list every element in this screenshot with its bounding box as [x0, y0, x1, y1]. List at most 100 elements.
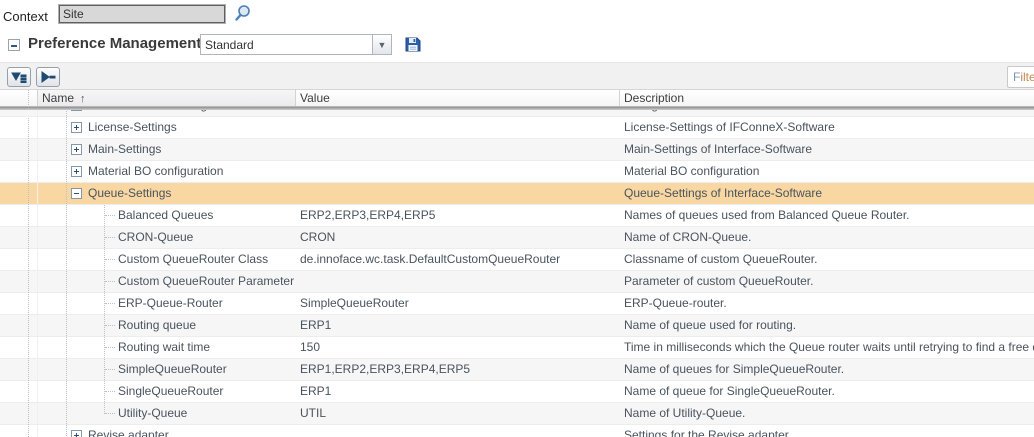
tree-connector: [105, 303, 115, 304]
collapse-icon[interactable]: [71, 110, 82, 111]
row-numberer-cell: [0, 161, 38, 182]
filter-input[interactable]: Filter: [1007, 66, 1034, 88]
column-header-description[interactable]: Description: [620, 90, 1034, 106]
row-name: Main-Settings: [88, 139, 161, 160]
row-description: Main-Settings of Interface-Software: [620, 139, 1034, 160]
context-input[interactable]: [59, 5, 225, 23]
column-header-value[interactable]: Value: [296, 90, 620, 106]
expand-icon[interactable]: [71, 144, 82, 155]
tree-connector: [105, 325, 115, 326]
tree-connector: [105, 347, 115, 348]
row-name: Routing queue: [118, 315, 196, 336]
save-icon[interactable]: [404, 35, 422, 53]
row-name: Custom QueueRouter Class: [118, 249, 268, 270]
column-header-name[interactable]: Name↑: [38, 90, 296, 106]
row-description: Konfiguration of KPI Mail Values.: [620, 110, 1034, 116]
table-row[interactable]: Material BO configuration Material BO co…: [0, 161, 1034, 183]
sort-asc-icon: ↑: [80, 93, 86, 105]
row-numberer-cell: [0, 315, 38, 336]
grid-header: Name↑ Value Description: [0, 90, 1034, 107]
row-numberer-cell: [0, 271, 38, 292]
expand-icon[interactable]: [71, 166, 82, 177]
collapse-all-button[interactable]: [7, 67, 31, 87]
row-name: Balanced Queues: [118, 205, 213, 226]
row-value: [296, 117, 620, 138]
collapse-section-icon[interactable]: [8, 39, 20, 51]
table-row[interactable]: ERP-Queue-Router SimpleQueueRouter ERP-Q…: [0, 293, 1034, 315]
row-name-cell: Custom QueueRouter Parameter: [38, 271, 296, 292]
context-bar: Context: [0, 0, 1034, 30]
table-row[interactable]: SimpleQueueRouter ERP1,ERP2,ERP3,ERP4,ER…: [0, 359, 1034, 381]
table-row[interactable]: Custom QueueRouter Parameter Parameter o…: [0, 271, 1034, 293]
preference-set-input[interactable]: [201, 35, 372, 54]
row-value: ERP1: [296, 315, 620, 336]
row-name-cell: Utility-Queue: [38, 403, 296, 424]
row-value: SimpleQueueRouter: [296, 293, 620, 314]
table-row[interactable]: Revise adapter Settings for the Revise a…: [0, 425, 1034, 437]
row-name: Revise adapter: [88, 425, 169, 437]
table-row[interactable]: Queue-Settings Queue-Settings of Interfa…: [0, 183, 1034, 205]
chevron-down-icon[interactable]: ▼: [372, 35, 391, 54]
table-row[interactable]: SingleQueueRouter ERP1 Name of queue for…: [0, 381, 1034, 403]
table-row[interactable]: Balanced Queues ERP2,ERP3,ERP4,ERP5 Name…: [0, 205, 1034, 227]
row-name-cell: Material BO configuration: [38, 161, 296, 182]
expand-icon[interactable]: [71, 122, 82, 133]
column-header-spacer[interactable]: [0, 90, 38, 106]
row-numberer-cell: [0, 117, 38, 138]
row-value: CRON: [296, 227, 620, 248]
tree-connector: [105, 259, 115, 260]
expand-icon[interactable]: [71, 430, 82, 437]
row-name-cell: ERP-Queue-Router: [38, 293, 296, 314]
row-value: 150: [296, 337, 620, 358]
row-name: Queue-Settings: [88, 183, 171, 204]
tree-connector: [105, 391, 115, 392]
table-row[interactable]: CRON-Queue CRON Name of CRON-Queue.: [0, 227, 1034, 249]
table-row[interactable]: Routing queue ERP1 Name of queue used fo…: [0, 315, 1034, 337]
row-value: [296, 271, 620, 292]
table-row[interactable]: Routing wait time 150 Time in millisecon…: [0, 337, 1034, 359]
row-value: ERP1: [296, 381, 620, 402]
row-numberer-cell: [0, 183, 38, 204]
table-row[interactable]: Utility-Queue UTIL Name of Utility-Queue…: [0, 403, 1034, 425]
row-name-cell: License-Settings: [38, 117, 296, 138]
tree-connector: [105, 369, 115, 370]
row-name: Utility-Queue: [118, 403, 187, 424]
row-name-cell: CRON-Queue: [38, 227, 296, 248]
table-row[interactable]: Custom QueueRouter Class de.innoface.wc.…: [0, 249, 1034, 271]
collapse-icon[interactable]: [71, 188, 82, 199]
grid-toolbar: Filter: [0, 62, 1034, 90]
row-name: SimpleQueueRouter: [118, 359, 227, 380]
search-icon[interactable]: [233, 3, 253, 23]
row-value: ERP1,ERP2,ERP3,ERP4,ERP5: [296, 359, 620, 380]
partial-top-row-clip: KPI Mail Values configuration Konfigurat…: [0, 110, 1034, 117]
row-description: Name of queue used for routing.: [620, 315, 1034, 336]
preference-set-combo[interactable]: ▼: [200, 34, 392, 55]
context-label: Context: [3, 9, 48, 24]
row-description: Names of queues used from Balanced Queue…: [620, 205, 1034, 226]
row-value: [296, 161, 620, 182]
table-row[interactable]: Main-Settings Main-Settings of Interface…: [0, 139, 1034, 161]
collapse-level-button[interactable]: [36, 67, 60, 87]
table-row[interactable]: License-Settings License-Settings of IFC…: [0, 117, 1034, 139]
row-numberer-cell: [0, 227, 38, 248]
row-name: CRON-Queue: [118, 227, 193, 248]
row-description: Material BO configuration: [620, 161, 1034, 182]
table-row[interactable]: KPI Mail Values configuration Konfigurat…: [0, 110, 1034, 117]
row-name-cell: Routing queue: [38, 315, 296, 336]
row-name-cell: SimpleQueueRouter: [38, 359, 296, 380]
row-name: KPI Mail Values configuration: [88, 110, 244, 116]
preference-header: Preference Management ▼: [0, 32, 1034, 62]
row-numberer-cell: [0, 205, 38, 226]
row-numberer-cell: [0, 249, 38, 270]
row-description: Name of CRON-Queue.: [620, 227, 1034, 248]
tree-connector: [105, 281, 115, 282]
row-numberer-cell: [0, 337, 38, 358]
row-name-cell: Routing wait time: [38, 337, 296, 358]
row-description: Settings for the Revise adapter.: [620, 425, 1034, 437]
tree-connector: [105, 215, 115, 216]
row-description: License-Settings of IFConneX-Software: [620, 117, 1034, 138]
row-value: [296, 183, 620, 204]
row-numberer-cell: [0, 403, 38, 424]
row-name-cell: Custom QueueRouter Class: [38, 249, 296, 270]
row-numberer-cell: [0, 425, 38, 437]
